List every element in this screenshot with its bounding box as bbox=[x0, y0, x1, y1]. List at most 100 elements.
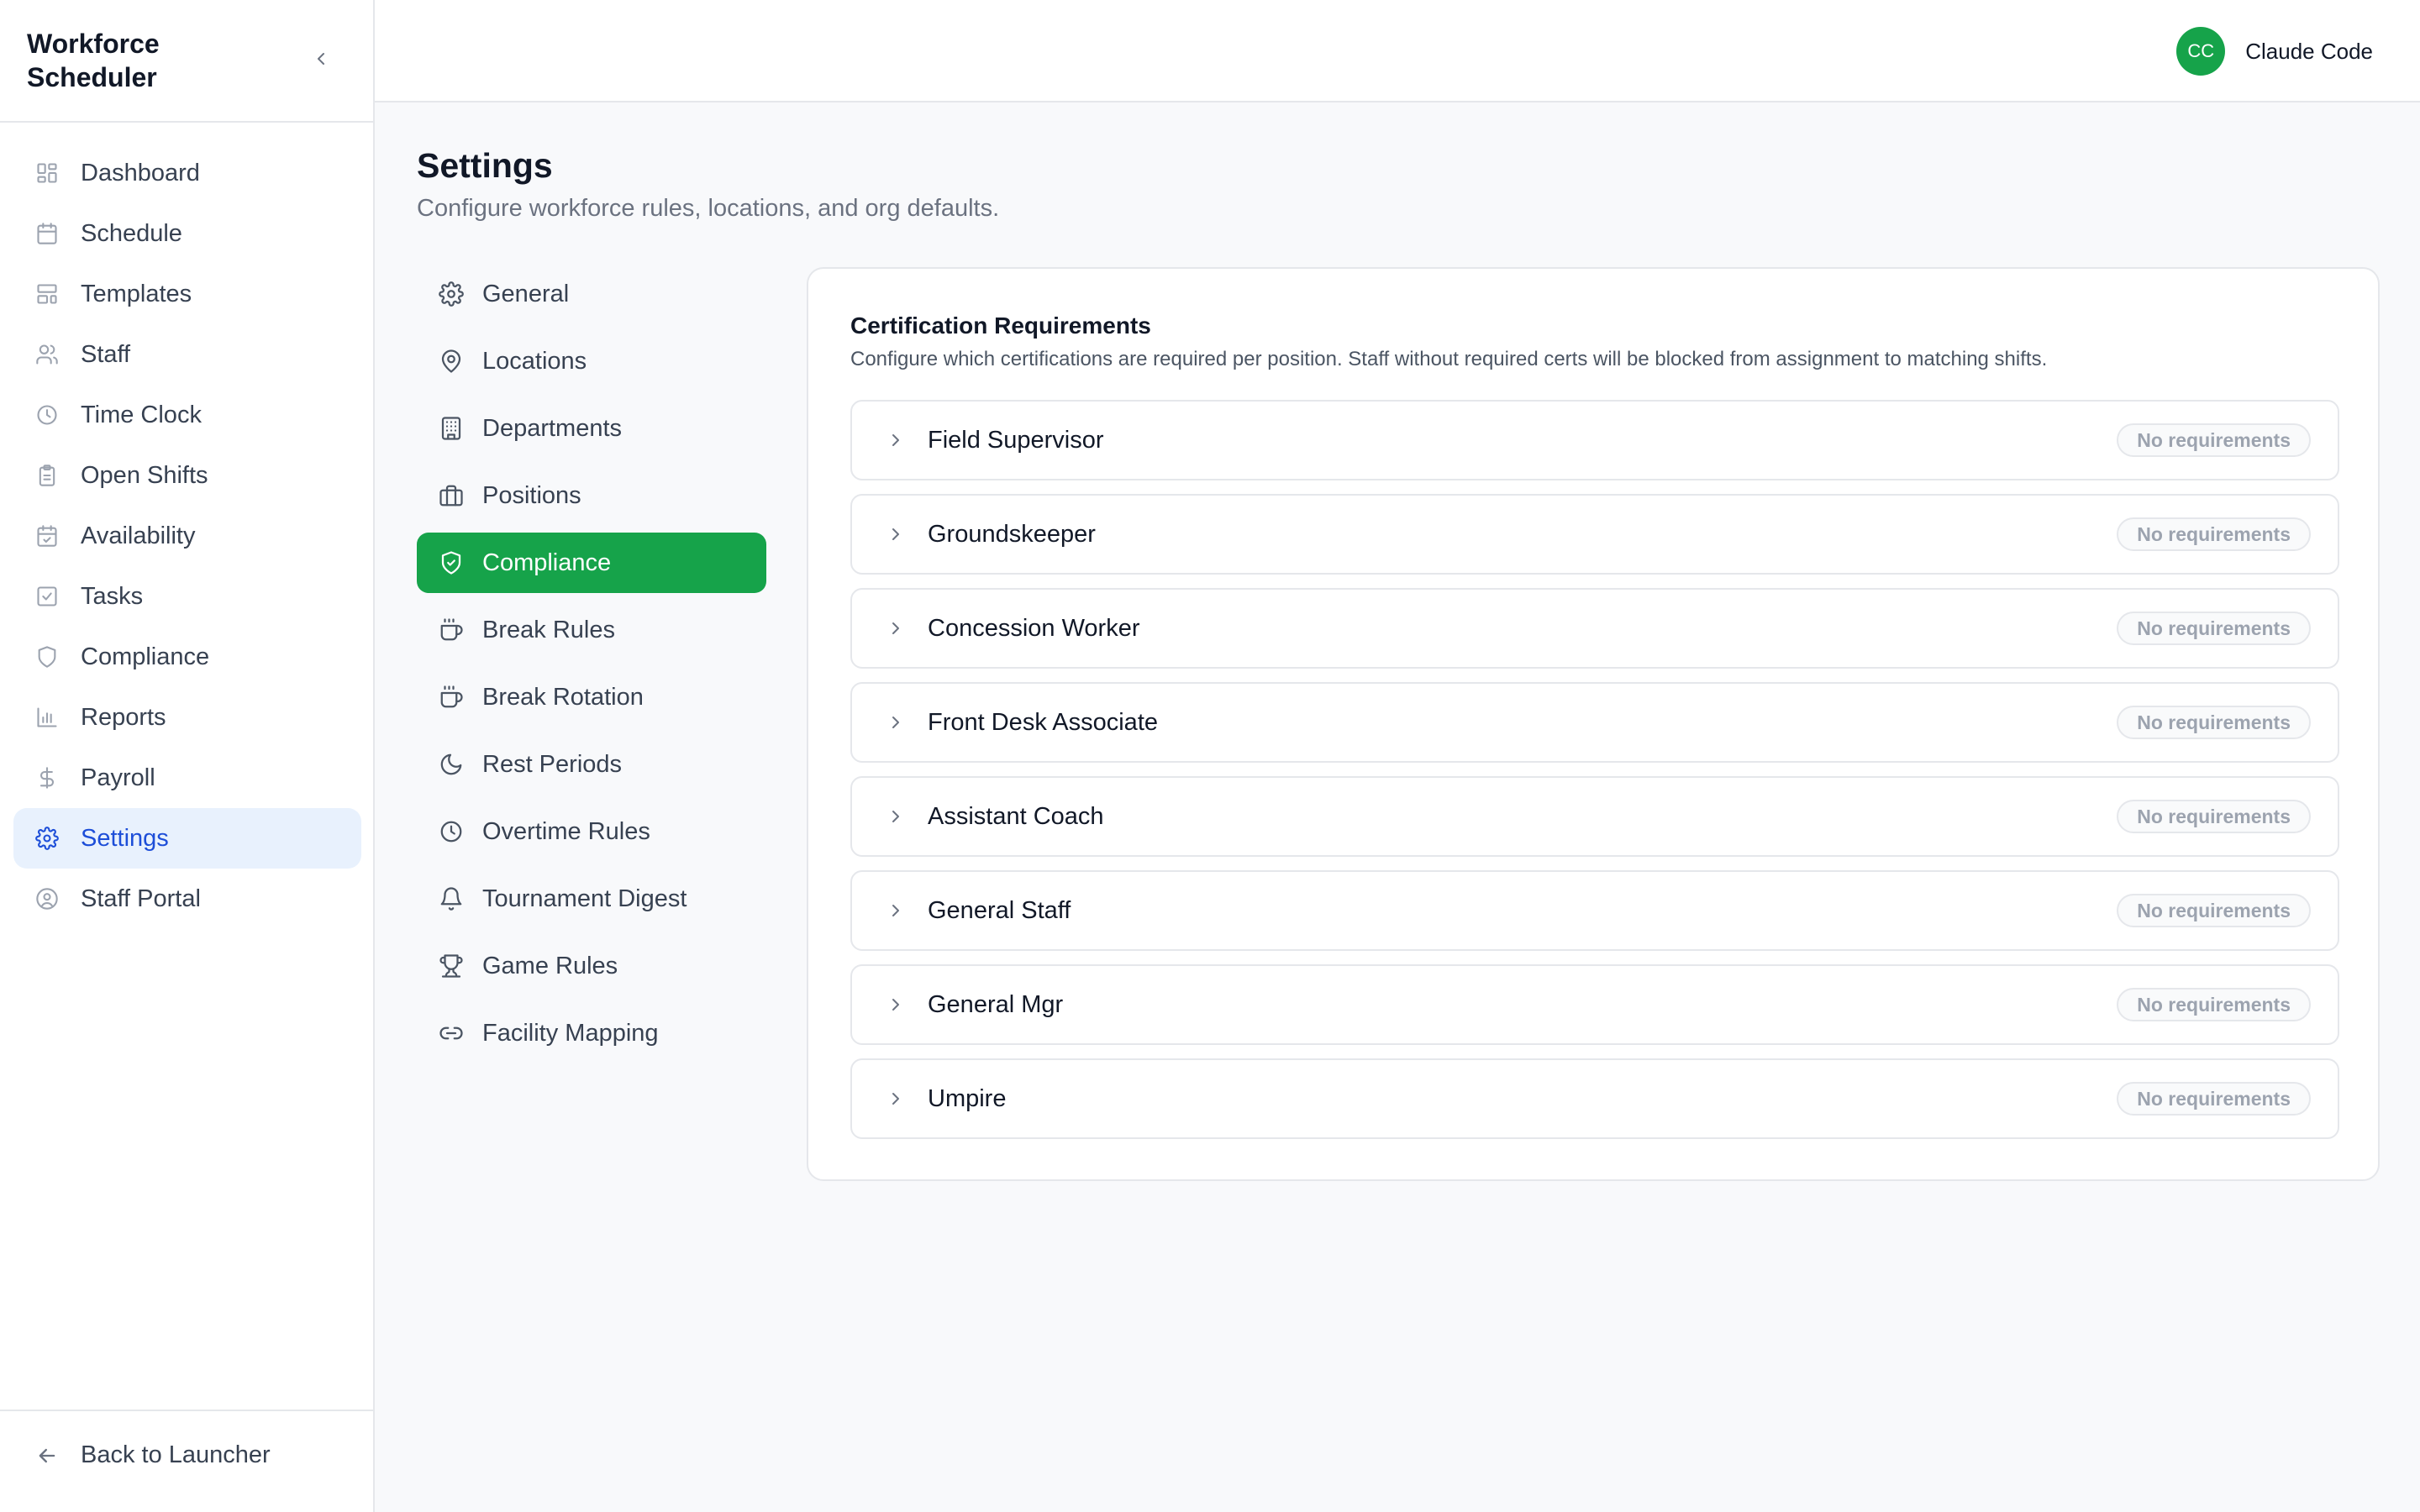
position-row[interactable]: Front Desk Associate No requirements bbox=[850, 682, 2339, 763]
settings-tab-locations[interactable]: Locations bbox=[417, 331, 766, 391]
briefcase-icon bbox=[437, 481, 466, 510]
clipboard-icon bbox=[34, 462, 60, 489]
checkbox-icon bbox=[34, 583, 60, 610]
position-name: General Staff bbox=[928, 896, 1071, 924]
avatar: CC bbox=[2176, 27, 2226, 76]
position-row[interactable]: General Mgr No requirements bbox=[850, 964, 2339, 1045]
chevron-right-icon bbox=[884, 993, 908, 1016]
calendar-check-icon bbox=[34, 522, 60, 549]
position-row[interactable]: Field Supervisor No requirements bbox=[850, 400, 2339, 480]
settings-tab-label: Positions bbox=[482, 481, 581, 509]
user-name: Claude Code bbox=[2245, 38, 2373, 64]
back-to-launcher-link[interactable]: Back to Launcher bbox=[34, 1441, 271, 1469]
coffee-icon bbox=[437, 683, 466, 711]
sidebar-item-availability[interactable]: Availability bbox=[13, 506, 361, 566]
settings-tab-rest-periods[interactable]: Rest Periods bbox=[417, 734, 766, 795]
settings-nav: General Locations Departments Positions Comp… bbox=[417, 264, 766, 1070]
status-badge: No requirements bbox=[2117, 800, 2311, 833]
sidebar-item-label: Reports bbox=[81, 703, 166, 731]
users-icon bbox=[34, 341, 60, 368]
trophy-icon bbox=[437, 952, 466, 980]
position-row[interactable]: General Staff No requirements bbox=[850, 870, 2339, 951]
sidebar-item-label: Staff Portal bbox=[81, 885, 201, 912]
settings-tab-label: Tournament Digest bbox=[482, 885, 687, 912]
settings-tab-departments[interactable]: Departments bbox=[417, 398, 766, 459]
settings-tab-compliance[interactable]: Compliance bbox=[417, 533, 766, 593]
status-badge: No requirements bbox=[2117, 517, 2311, 551]
sidebar-item-label: Tasks bbox=[81, 582, 144, 610]
status-badge: No requirements bbox=[2117, 423, 2311, 457]
position-name: Field Supervisor bbox=[928, 426, 1104, 454]
brand-header: Workforce Scheduler bbox=[0, 0, 373, 123]
position-row[interactable]: Concession Worker No requirements bbox=[850, 588, 2339, 669]
chevron-right-icon bbox=[884, 522, 908, 546]
sidebar-item-templates[interactable]: Templates bbox=[13, 264, 361, 324]
dashboard-icon bbox=[34, 160, 60, 186]
position-name: Front Desk Associate bbox=[928, 708, 1158, 736]
settings-tab-break-rules[interactable]: Break Rules bbox=[417, 600, 766, 660]
chevron-right-icon bbox=[884, 805, 908, 828]
position-row[interactable]: Assistant Coach No requirements bbox=[850, 776, 2339, 857]
sidebar-item-label: Schedule bbox=[81, 219, 182, 247]
settings-tab-facility-mapping[interactable]: Facility Mapping bbox=[417, 1003, 766, 1063]
chevron-right-icon bbox=[884, 617, 908, 640]
position-name: Groundskeeper bbox=[928, 520, 1096, 548]
sidebar-item-staff-portal[interactable]: Staff Portal bbox=[13, 869, 361, 929]
sidebar-item-reports[interactable]: Reports bbox=[13, 687, 361, 748]
sidebar-item-label: Dashboard bbox=[81, 159, 200, 186]
position-list: Field Supervisor No requirements Groundske… bbox=[850, 400, 2339, 1152]
settings-tab-overtime-rules[interactable]: Overtime Rules bbox=[417, 801, 766, 862]
sidebar-item-label: Compliance bbox=[81, 643, 210, 670]
sidebar-item-payroll[interactable]: Payroll bbox=[13, 748, 361, 808]
position-row[interactable]: Umpire No requirements bbox=[850, 1058, 2339, 1139]
sidebar-item-dashboard[interactable]: Dashboard bbox=[13, 143, 361, 203]
card-description: Configure which certifications are requi… bbox=[850, 348, 2048, 370]
moon-icon bbox=[437, 750, 466, 779]
position-row[interactable]: Groundskeeper No requirements bbox=[850, 494, 2339, 575]
status-badge: No requirements bbox=[2117, 894, 2311, 927]
coffee-icon bbox=[437, 616, 466, 644]
sidebar-item-compliance[interactable]: Compliance bbox=[13, 627, 361, 687]
map-pin-icon bbox=[437, 347, 466, 375]
settings-tab-tournament-digest[interactable]: Tournament Digest bbox=[417, 869, 766, 929]
chevron-right-icon bbox=[884, 1087, 908, 1110]
sidebar-item-tasks[interactable]: Tasks bbox=[13, 566, 361, 627]
sidebar-item-staff[interactable]: Staff bbox=[13, 324, 361, 385]
settings-tab-general[interactable]: General bbox=[417, 264, 766, 324]
sidebar-item-label: Time Clock bbox=[81, 401, 202, 428]
status-badge: No requirements bbox=[2117, 988, 2311, 1021]
bell-icon bbox=[437, 885, 466, 913]
chevron-left-icon bbox=[311, 49, 331, 69]
settings-tab-break-rotation[interactable]: Break Rotation bbox=[417, 667, 766, 727]
clock-icon bbox=[34, 402, 60, 428]
bar-chart-icon bbox=[34, 704, 60, 731]
sidebar-item-settings[interactable]: Settings bbox=[13, 808, 361, 869]
back-to-launcher-label: Back to Launcher bbox=[81, 1441, 271, 1468]
sidebar-item-label: Availability bbox=[81, 522, 196, 549]
certification-card: Certification Requirements Configure whi… bbox=[807, 267, 2380, 1181]
settings-tab-label: Facility Mapping bbox=[482, 1019, 659, 1047]
sidebar-item-label: Templates bbox=[81, 280, 192, 307]
gear-icon bbox=[437, 280, 466, 308]
app-title: Workforce Scheduler bbox=[27, 29, 160, 92]
card-title: Certification Requirements bbox=[850, 312, 1151, 339]
settings-tab-label: Break Rotation bbox=[482, 683, 644, 711]
settings-tab-label: General bbox=[482, 280, 570, 307]
settings-tab-game-rules[interactable]: Game Rules bbox=[417, 936, 766, 996]
calendar-icon bbox=[34, 220, 60, 247]
clock-icon bbox=[437, 817, 466, 846]
position-name: Umpire bbox=[928, 1084, 1007, 1112]
link-icon bbox=[437, 1019, 466, 1047]
user-circle-icon bbox=[34, 885, 60, 912]
sidebar-item-time-clock[interactable]: Time Clock bbox=[13, 385, 361, 445]
settings-tab-label: Rest Periods bbox=[482, 750, 623, 778]
sidebar-item-schedule[interactable]: Schedule bbox=[13, 203, 361, 264]
user-menu[interactable]: CC Claude Code bbox=[2176, 27, 2373, 76]
sidebar-item-open-shifts[interactable]: Open Shifts bbox=[13, 445, 361, 506]
settings-tab-positions[interactable]: Positions bbox=[417, 465, 766, 526]
sidebar-item-label: Settings bbox=[81, 824, 169, 852]
collapse-sidebar-button[interactable] bbox=[304, 42, 338, 76]
page-title: Settings bbox=[417, 146, 553, 185]
settings-tab-label: Departments bbox=[482, 414, 623, 442]
settings-tab-label: Locations bbox=[482, 347, 587, 375]
